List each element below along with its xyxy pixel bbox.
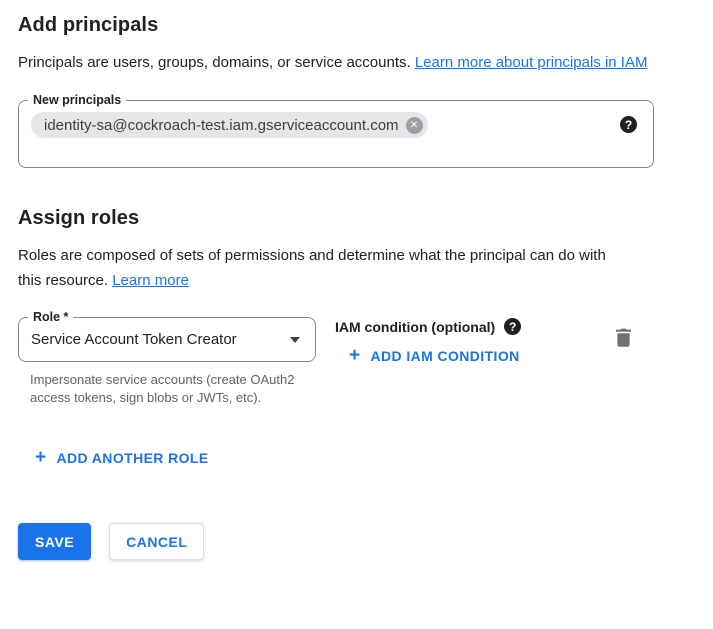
assign-roles-description: Roles are composed of sets of permission… xyxy=(18,243,628,293)
iam-condition-header: IAM condition (optional) ? xyxy=(335,318,521,335)
add-iam-condition-button[interactable]: + ADD IAM CONDITION xyxy=(349,348,520,364)
principals-description-text: Principals are users, groups, domains, o… xyxy=(18,54,415,71)
new-principals-field[interactable]: New principals identity-sa@cockroach-tes… xyxy=(18,100,654,168)
page-title: Add principals xyxy=(18,14,695,37)
role-select[interactable]: Role * Service Account Token Creator xyxy=(18,317,316,362)
add-principals-dialog: Add principals Principals are users, gro… xyxy=(0,0,713,629)
plus-icon: + xyxy=(35,450,47,466)
learn-more-roles-link[interactable]: Learn more xyxy=(112,272,189,289)
trash-icon xyxy=(615,335,632,350)
save-button[interactable]: SAVE xyxy=(18,523,91,560)
add-another-role-label: ADD ANOTHER ROLE xyxy=(57,450,209,466)
add-another-role-button[interactable]: + ADD ANOTHER ROLE xyxy=(35,450,209,466)
dialog-actions: SAVE CANCEL xyxy=(18,523,695,560)
principal-chip-text: identity-sa@cockroach-test.iam.gservicea… xyxy=(44,117,399,134)
assign-roles-description-text: Roles are composed of sets of permission… xyxy=(18,247,606,289)
role-select-value: Service Account Token Creator xyxy=(31,331,282,348)
iam-condition-help-icon[interactable]: ? xyxy=(504,318,521,335)
new-principals-help-icon[interactable]: ? xyxy=(620,116,637,133)
chevron-down-icon xyxy=(290,337,300,343)
new-principals-label: New principals xyxy=(28,92,126,109)
add-iam-condition-label: ADD IAM CONDITION xyxy=(371,348,520,364)
role-column: Role * Service Account Token Creator Imp… xyxy=(18,317,316,406)
plus-icon: + xyxy=(349,348,361,364)
iam-condition-label: IAM condition (optional) xyxy=(335,319,495,335)
principals-description: Principals are users, groups, domains, o… xyxy=(18,50,664,75)
role-row: Role * Service Account Token Creator Imp… xyxy=(18,317,695,406)
role-help-text: Impersonate service accounts (create OAu… xyxy=(30,371,300,406)
delete-role-column xyxy=(615,317,632,352)
role-select-label: Role * xyxy=(28,309,73,326)
chip-remove-icon[interactable]: ✕ xyxy=(406,117,423,134)
iam-condition-column: IAM condition (optional) ? + ADD IAM CON… xyxy=(335,317,521,366)
learn-more-principals-link[interactable]: Learn more about principals in IAM xyxy=(415,54,648,71)
cancel-button[interactable]: CANCEL xyxy=(109,523,204,560)
principal-chip: identity-sa@cockroach-test.iam.gservicea… xyxy=(31,112,428,138)
assign-roles-title: Assign roles xyxy=(18,207,695,230)
delete-role-button[interactable] xyxy=(615,328,632,347)
